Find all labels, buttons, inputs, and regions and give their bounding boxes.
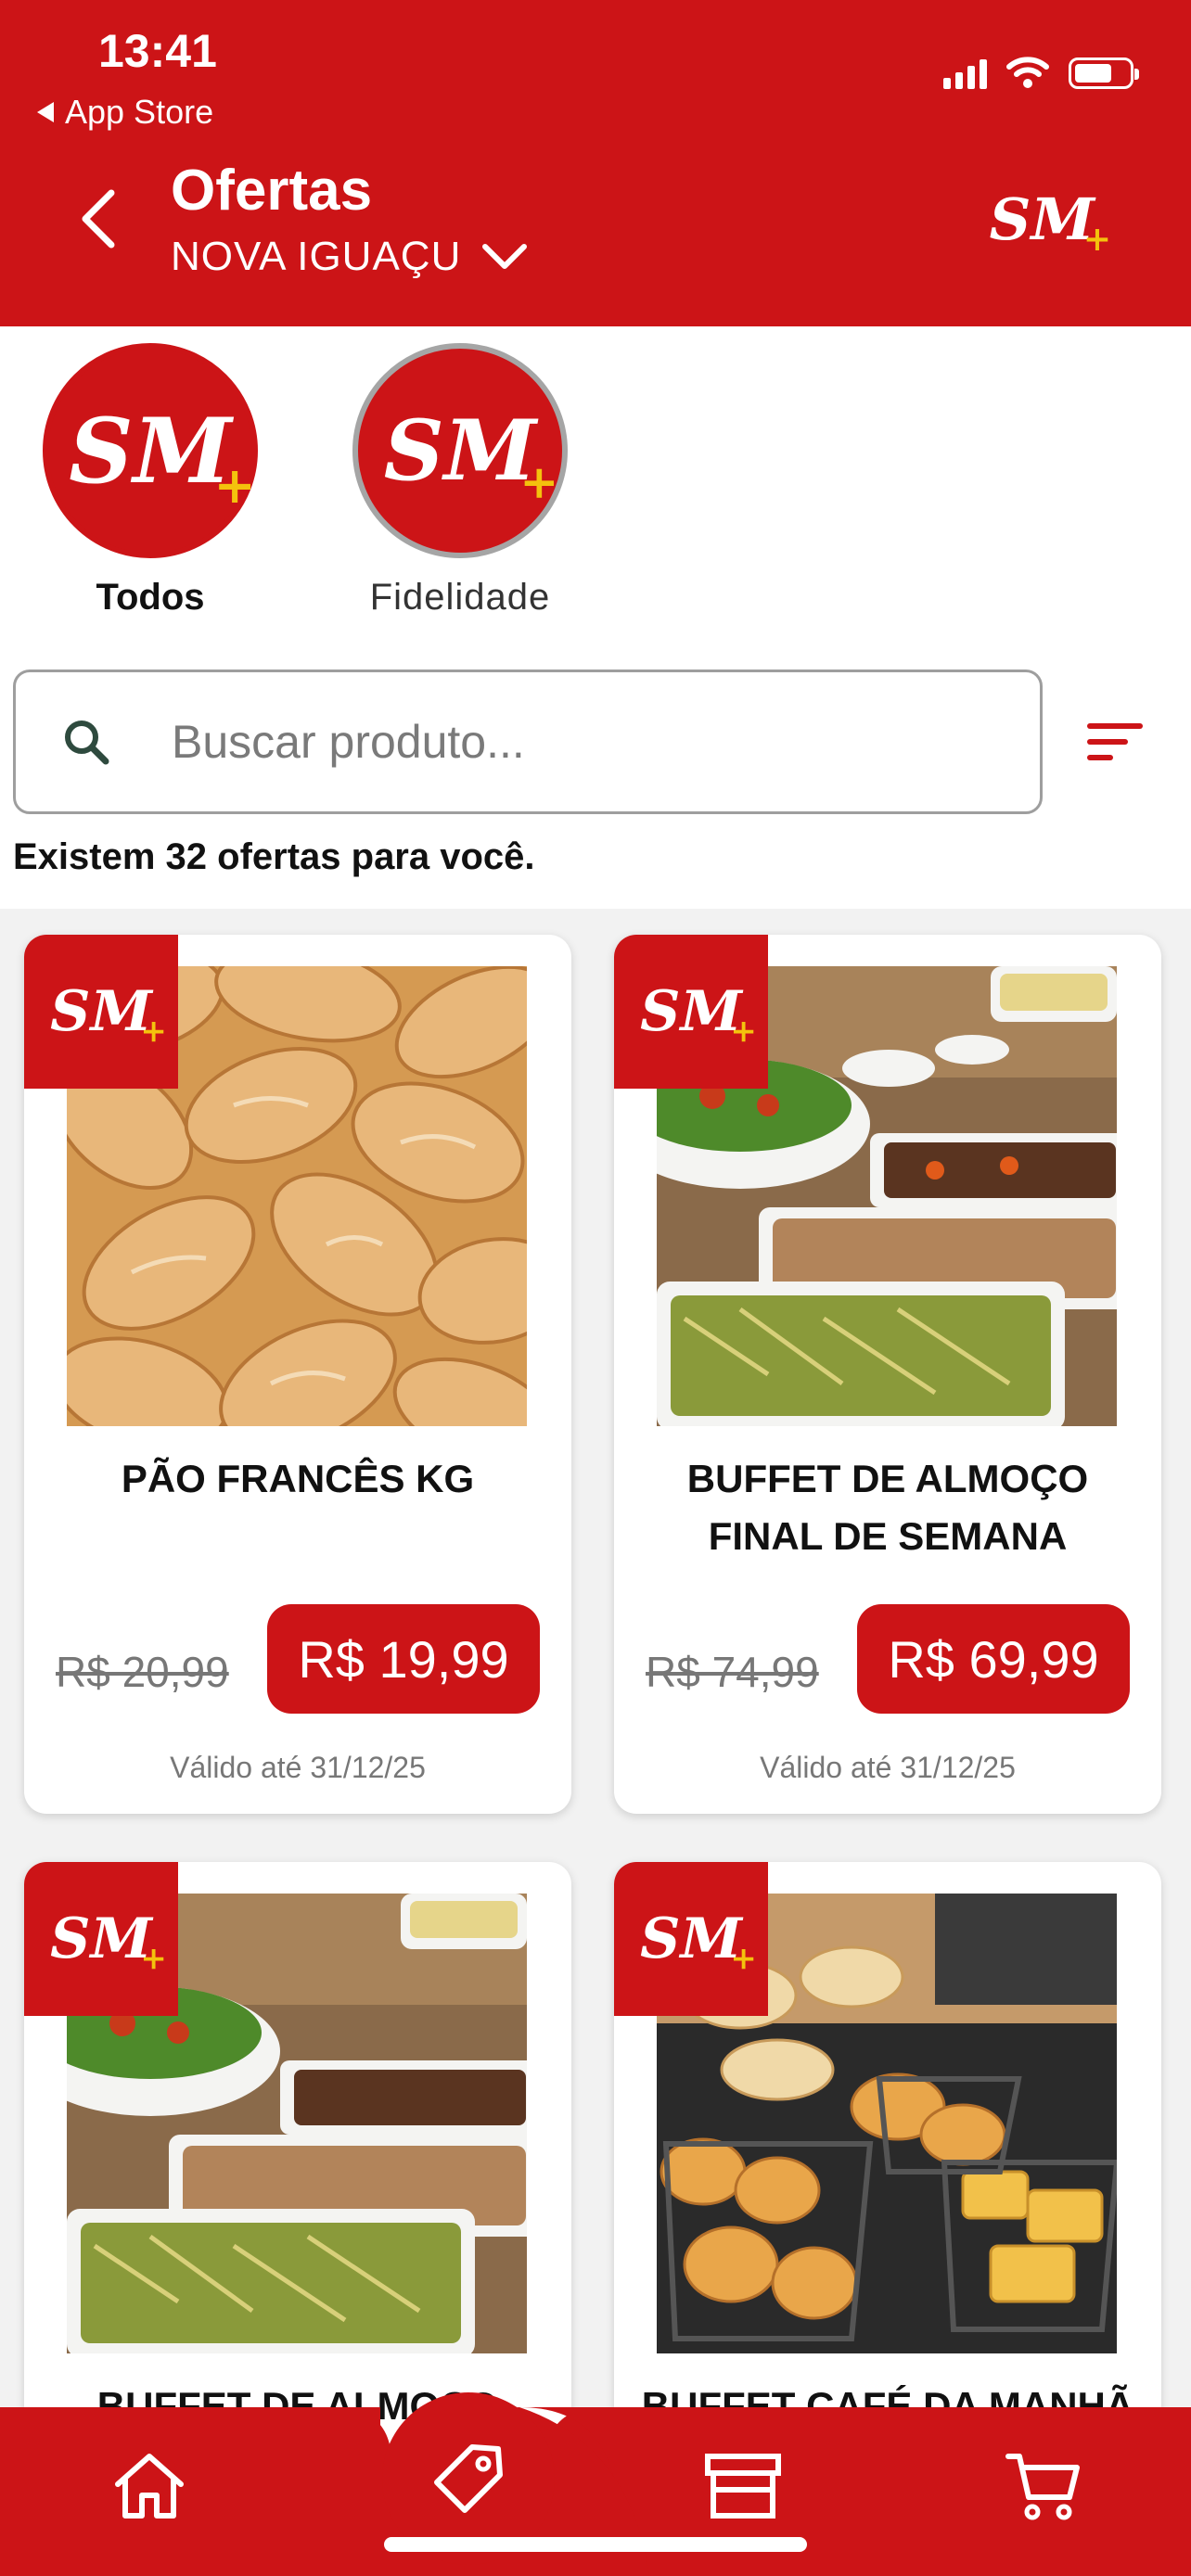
city-selector[interactable]: NOVA IGUAÇU bbox=[171, 234, 528, 280]
home-icon bbox=[115, 2454, 184, 2519]
product-card[interactable]: SM + bbox=[24, 935, 571, 1814]
new-price-badge: R$ 19,99 bbox=[267, 1604, 540, 1714]
battery-icon bbox=[1069, 57, 1139, 89]
status-icons bbox=[943, 56, 1139, 89]
card-brand-badge: SM + bbox=[614, 935, 768, 1089]
card-brand-badge: SM + bbox=[24, 935, 178, 1089]
product-name: BUFFET DE ALMOÇO FINAL DE SEMANA bbox=[686, 1457, 1089, 1558]
card-brand-badge: SM + bbox=[614, 1862, 768, 2016]
category-fidelidade[interactable]: SM + Fidelidade bbox=[352, 343, 568, 618]
city-label: NOVA IGUAÇU bbox=[171, 234, 462, 279]
nav-cart[interactable] bbox=[992, 2435, 1095, 2537]
filter-button[interactable] bbox=[1085, 720, 1145, 764]
valid-until: Válido até 31/12/25 bbox=[760, 1751, 1016, 1784]
sort-filter-icon bbox=[1087, 723, 1143, 760]
back-button[interactable] bbox=[72, 182, 124, 256]
old-price: R$ 74,99 bbox=[646, 1648, 819, 1696]
store-icon bbox=[705, 2454, 781, 2519]
category-logo: SM + bbox=[352, 343, 568, 558]
page-title: Ofertas bbox=[171, 159, 373, 223]
old-price: R$ 20,99 bbox=[56, 1648, 229, 1696]
signal-icon bbox=[943, 57, 987, 89]
search-icon bbox=[62, 718, 118, 766]
valid-until: Válido até 31/12/25 bbox=[170, 1751, 426, 1784]
brand-logo: SM + bbox=[989, 185, 1111, 259]
wifi-icon bbox=[1006, 57, 1049, 88]
chevron-left-icon bbox=[82, 189, 115, 249]
category-todos[interactable]: SM + Todos bbox=[43, 343, 258, 618]
nav-stores[interactable] bbox=[692, 2435, 794, 2537]
card-brand-badge: SM + bbox=[24, 1862, 178, 2016]
cart-icon bbox=[1005, 2454, 1080, 2520]
offers-count: Existem 32 ofertas para você. bbox=[13, 836, 535, 877]
category-label: Todos bbox=[96, 577, 205, 618]
back-triangle-icon bbox=[37, 102, 54, 122]
product-name: PÃO FRANCÊS KG bbox=[121, 1457, 475, 1500]
app-header: 13:41 App Store Ofertas NOVA IGUAÇU SM + bbox=[0, 0, 1191, 326]
nav-home[interactable] bbox=[98, 2435, 200, 2537]
status-time: 13:41 bbox=[98, 25, 217, 77]
category-logo: SM + bbox=[43, 343, 258, 558]
new-price-badge: R$ 69,99 bbox=[857, 1604, 1130, 1714]
search-box[interactable] bbox=[13, 670, 1043, 814]
category-label: Fidelidade bbox=[369, 577, 551, 618]
home-indicator bbox=[384, 2537, 807, 2552]
chevron-down-icon bbox=[482, 244, 528, 269]
tag-icon bbox=[434, 2444, 503, 2513]
back-app-label: App Store bbox=[65, 93, 214, 131]
search-input[interactable] bbox=[170, 714, 934, 770]
back-to-app-store[interactable]: App Store bbox=[37, 93, 213, 132]
product-card[interactable]: SM + BUFFET DE ALMOÇO FINAL DE SEMANA R$ … bbox=[614, 935, 1161, 1814]
